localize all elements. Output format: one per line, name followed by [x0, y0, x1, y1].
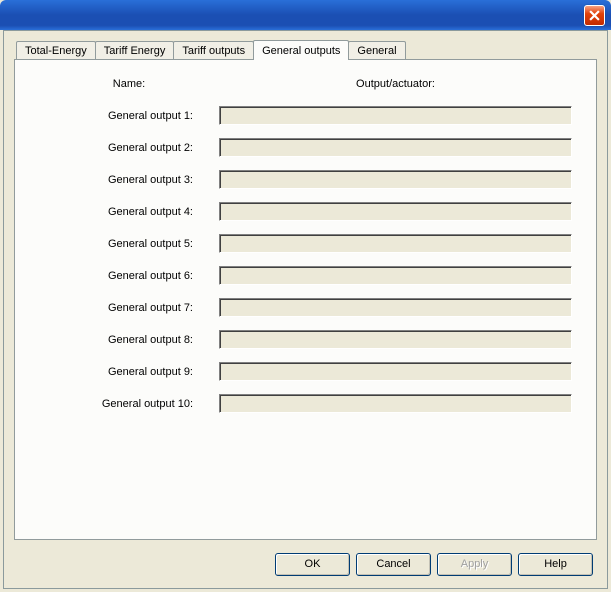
output-field-3[interactable]	[219, 170, 572, 189]
output-field-4[interactable]	[219, 202, 572, 221]
ok-button[interactable]: OK	[275, 553, 350, 576]
output-row: General output 3:	[39, 170, 572, 189]
output-row: General output 9:	[39, 362, 572, 381]
titlebar	[0, 0, 611, 30]
close-button[interactable]	[584, 5, 605, 26]
output-field-5[interactable]	[219, 234, 572, 253]
tab-tariff-energy[interactable]: Tariff Energy	[95, 41, 175, 59]
column-headers: Name: Output/actuator:	[39, 78, 572, 90]
output-label: General output 3:	[39, 174, 219, 186]
tab-general-outputs[interactable]: General outputs	[253, 40, 349, 60]
output-label: General output 9:	[39, 366, 219, 378]
help-button[interactable]: Help	[518, 553, 593, 576]
output-label: General output 5:	[39, 238, 219, 250]
output-field-8[interactable]	[219, 330, 572, 349]
apply-button: Apply	[437, 553, 512, 576]
output-field-9[interactable]	[219, 362, 572, 381]
output-field-7[interactable]	[219, 298, 572, 317]
output-row: General output 10:	[39, 394, 572, 413]
column-header-name: Name:	[39, 78, 219, 90]
tab-container: Total-Energy Tariff Energy Tariff output…	[14, 39, 597, 540]
output-row: General output 7:	[39, 298, 572, 317]
output-field-10[interactable]	[219, 394, 572, 413]
client-area: Total-Energy Tariff Energy Tariff output…	[3, 30, 608, 589]
close-icon	[589, 10, 600, 21]
output-label: General output 8:	[39, 334, 219, 346]
output-label: General output 6:	[39, 270, 219, 282]
tab-total-energy[interactable]: Total-Energy	[16, 41, 96, 59]
output-row: General output 1:	[39, 106, 572, 125]
tab-general[interactable]: General	[348, 41, 405, 59]
output-field-2[interactable]	[219, 138, 572, 157]
output-row: General output 8:	[39, 330, 572, 349]
output-label: General output 7:	[39, 302, 219, 314]
output-label: General output 10:	[39, 398, 219, 410]
output-label: General output 2:	[39, 142, 219, 154]
tab-strip: Total-Energy Tariff Energy Tariff output…	[16, 39, 597, 59]
output-row: General output 6:	[39, 266, 572, 285]
cancel-button[interactable]: Cancel	[356, 553, 431, 576]
output-row: General output 4:	[39, 202, 572, 221]
output-row: General output 2:	[39, 138, 572, 157]
output-field-6[interactable]	[219, 266, 572, 285]
output-row: General output 5:	[39, 234, 572, 253]
output-label: General output 4:	[39, 206, 219, 218]
tab-page-general-outputs: Name: Output/actuator: General output 1:…	[14, 59, 597, 540]
output-field-1[interactable]	[219, 106, 572, 125]
output-label: General output 1:	[39, 110, 219, 122]
tab-tariff-outputs[interactable]: Tariff outputs	[173, 41, 254, 59]
column-header-output: Output/actuator:	[219, 78, 572, 90]
dialog-buttons: OK Cancel Apply Help	[275, 553, 593, 576]
dialog-window: Total-Energy Tariff Energy Tariff output…	[0, 0, 611, 592]
